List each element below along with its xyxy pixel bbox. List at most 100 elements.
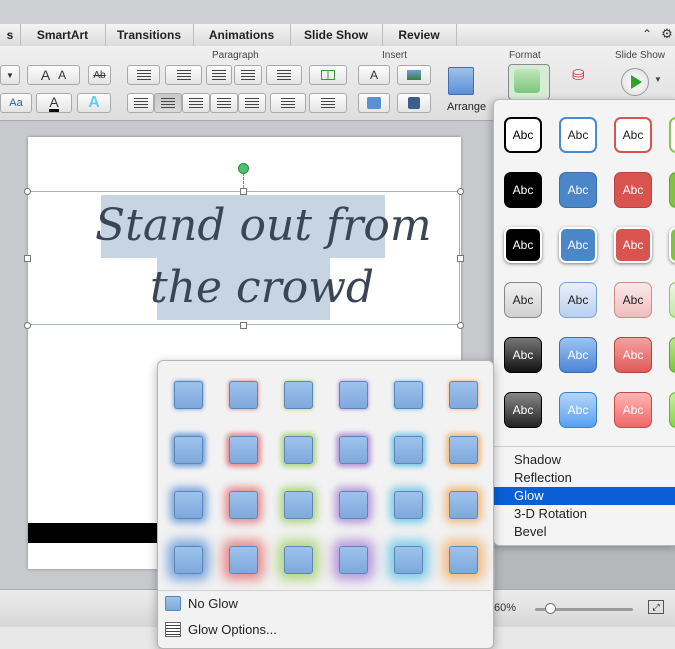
glow-variation-swatch[interactable] xyxy=(394,491,423,519)
glow-variation-swatch[interactable] xyxy=(339,436,368,464)
tab-transitions[interactable]: Transitions xyxy=(105,24,194,46)
glow-variation-swatch[interactable] xyxy=(339,546,368,574)
text-effects-button[interactable]: A xyxy=(77,93,111,113)
distributed-button[interactable] xyxy=(238,93,266,113)
glow-variation-swatch[interactable] xyxy=(229,436,258,464)
glow-variation-swatch[interactable] xyxy=(394,546,423,574)
glow-variation-swatch[interactable] xyxy=(174,491,203,519)
text-direction-button[interactable] xyxy=(270,93,306,113)
shape-style-swatch[interactable]: Abc xyxy=(614,117,652,153)
shape-style-swatch[interactable]: Abc xyxy=(614,282,652,318)
glow-variation-swatch[interactable] xyxy=(229,381,258,409)
glow-variation-swatch[interactable] xyxy=(339,381,368,409)
shape-style-swatch[interactable]: Abc xyxy=(559,117,597,153)
shape-style-swatch[interactable]: Abc xyxy=(504,337,542,373)
resize-handle-right[interactable] xyxy=(457,255,464,262)
shrink-font-button[interactable]: A xyxy=(58,68,66,82)
shape-style-swatch[interactable]: Abc xyxy=(669,282,675,318)
tab-smartart[interactable]: SmartArt xyxy=(20,24,106,46)
shape-style-swatch[interactable]: Abc xyxy=(669,227,675,263)
menu-item-3d-rotation[interactable]: 3-D Rotation xyxy=(494,505,675,523)
slide-title-line1[interactable]: Stand out from xyxy=(95,200,432,251)
shapes-button[interactable] xyxy=(358,93,390,113)
tab-slide-show[interactable]: Slide Show xyxy=(290,24,383,46)
play-from-start-button[interactable] xyxy=(621,68,649,96)
media-button[interactable] xyxy=(397,93,431,113)
resize-handle-left[interactable] xyxy=(24,255,31,262)
numbering-button[interactable] xyxy=(165,65,202,85)
shape-style-swatch[interactable]: Abc xyxy=(559,282,597,318)
change-case-button[interactable]: Aa xyxy=(0,93,32,113)
shape-style-swatch[interactable]: Abc xyxy=(669,117,675,153)
justify-button[interactable] xyxy=(210,93,238,113)
resize-handle-bottom-left[interactable] xyxy=(24,322,31,329)
quick-styles-button[interactable] xyxy=(508,64,550,100)
increase-indent-button[interactable] xyxy=(234,65,262,85)
glow-variation-swatch[interactable] xyxy=(174,546,203,574)
bullets-button[interactable] xyxy=(127,65,160,85)
slide-title-line2[interactable]: the crowd xyxy=(150,262,374,313)
chevron-down-icon[interactable]: ▼ xyxy=(654,75,662,84)
menu-item-shadow[interactable]: Shadow xyxy=(494,451,675,469)
text-box-button[interactable]: A xyxy=(358,65,390,85)
glow-variation-swatch[interactable] xyxy=(394,381,423,409)
shape-style-swatch[interactable]: Abc xyxy=(614,392,652,428)
arrange-button[interactable]: Arrange xyxy=(447,101,486,113)
align-left-button[interactable] xyxy=(127,93,154,113)
align-text-button[interactable] xyxy=(309,93,347,113)
fit-to-window-icon[interactable]: ⤢ xyxy=(648,600,664,614)
glow-variation-swatch[interactable] xyxy=(284,491,313,519)
font-size-dropdown[interactable]: ▼ xyxy=(0,65,20,85)
arrange-icon[interactable] xyxy=(446,67,476,97)
resize-handle-top[interactable] xyxy=(240,188,247,195)
shape-style-swatch[interactable]: Abc xyxy=(614,337,652,373)
shape-style-swatch[interactable]: Abc xyxy=(669,337,675,373)
glow-variation-swatch[interactable] xyxy=(284,436,313,464)
glow-variation-swatch[interactable] xyxy=(449,436,478,464)
glow-variation-swatch[interactable] xyxy=(229,546,258,574)
shape-style-swatch[interactable]: Abc xyxy=(559,172,597,208)
rotation-handle[interactable] xyxy=(238,163,249,174)
menu-item-glow[interactable]: Glow xyxy=(494,487,675,505)
columns-button[interactable] xyxy=(309,65,347,85)
glow-variation-swatch[interactable] xyxy=(284,381,313,409)
insert-picture-button[interactable] xyxy=(397,65,431,85)
glow-variation-swatch[interactable] xyxy=(284,546,313,574)
spelling-button[interactable]: Ab xyxy=(88,65,111,85)
glow-variation-swatch[interactable] xyxy=(229,491,258,519)
glow-variation-swatch[interactable] xyxy=(394,436,423,464)
no-glow-option[interactable]: No Glow xyxy=(158,592,491,616)
font-color-button[interactable]: A xyxy=(36,93,72,113)
menu-item-reflection[interactable]: Reflection xyxy=(494,469,675,487)
glow-variation-swatch[interactable] xyxy=(449,546,478,574)
shape-style-swatch[interactable]: Abc xyxy=(504,227,542,263)
shape-style-swatch[interactable]: Abc xyxy=(559,337,597,373)
resize-handle-bottom-right[interactable] xyxy=(457,322,464,329)
align-center-button[interactable] xyxy=(154,93,182,113)
shape-style-swatch[interactable]: Abc xyxy=(504,172,542,208)
grow-font-button[interactable]: A xyxy=(41,67,50,83)
line-spacing-button[interactable] xyxy=(266,65,302,85)
resize-handle-top-right[interactable] xyxy=(457,188,464,195)
collapse-ribbon-icon[interactable]: ⌃ xyxy=(640,27,654,41)
menu-item-bevel[interactable]: Bevel xyxy=(494,523,675,541)
glow-variation-swatch[interactable] xyxy=(449,491,478,519)
shape-style-swatch[interactable]: Abc xyxy=(669,172,675,208)
shape-style-swatch[interactable]: Abc xyxy=(614,172,652,208)
glow-variation-swatch[interactable] xyxy=(174,436,203,464)
shape-fill-icon[interactable]: ⛁ xyxy=(572,66,600,86)
glow-variation-swatch[interactable] xyxy=(449,381,478,409)
shape-style-swatch[interactable]: Abc xyxy=(504,117,542,153)
tab-text[interactable]: s xyxy=(0,24,21,46)
shape-style-swatch[interactable]: Abc xyxy=(559,392,597,428)
shape-style-swatch[interactable]: Abc xyxy=(504,392,542,428)
glow-variation-swatch[interactable] xyxy=(174,381,203,409)
resize-handle-bottom[interactable] xyxy=(240,322,247,329)
resize-handle-top-left[interactable] xyxy=(24,188,31,195)
glow-variation-swatch[interactable] xyxy=(339,491,368,519)
shape-style-swatch[interactable]: Abc xyxy=(504,282,542,318)
shape-style-swatch[interactable]: Abc xyxy=(559,227,597,263)
shape-style-swatch[interactable]: Abc xyxy=(669,392,675,428)
decrease-indent-button[interactable] xyxy=(206,65,232,85)
shape-style-swatch[interactable]: Abc xyxy=(614,227,652,263)
